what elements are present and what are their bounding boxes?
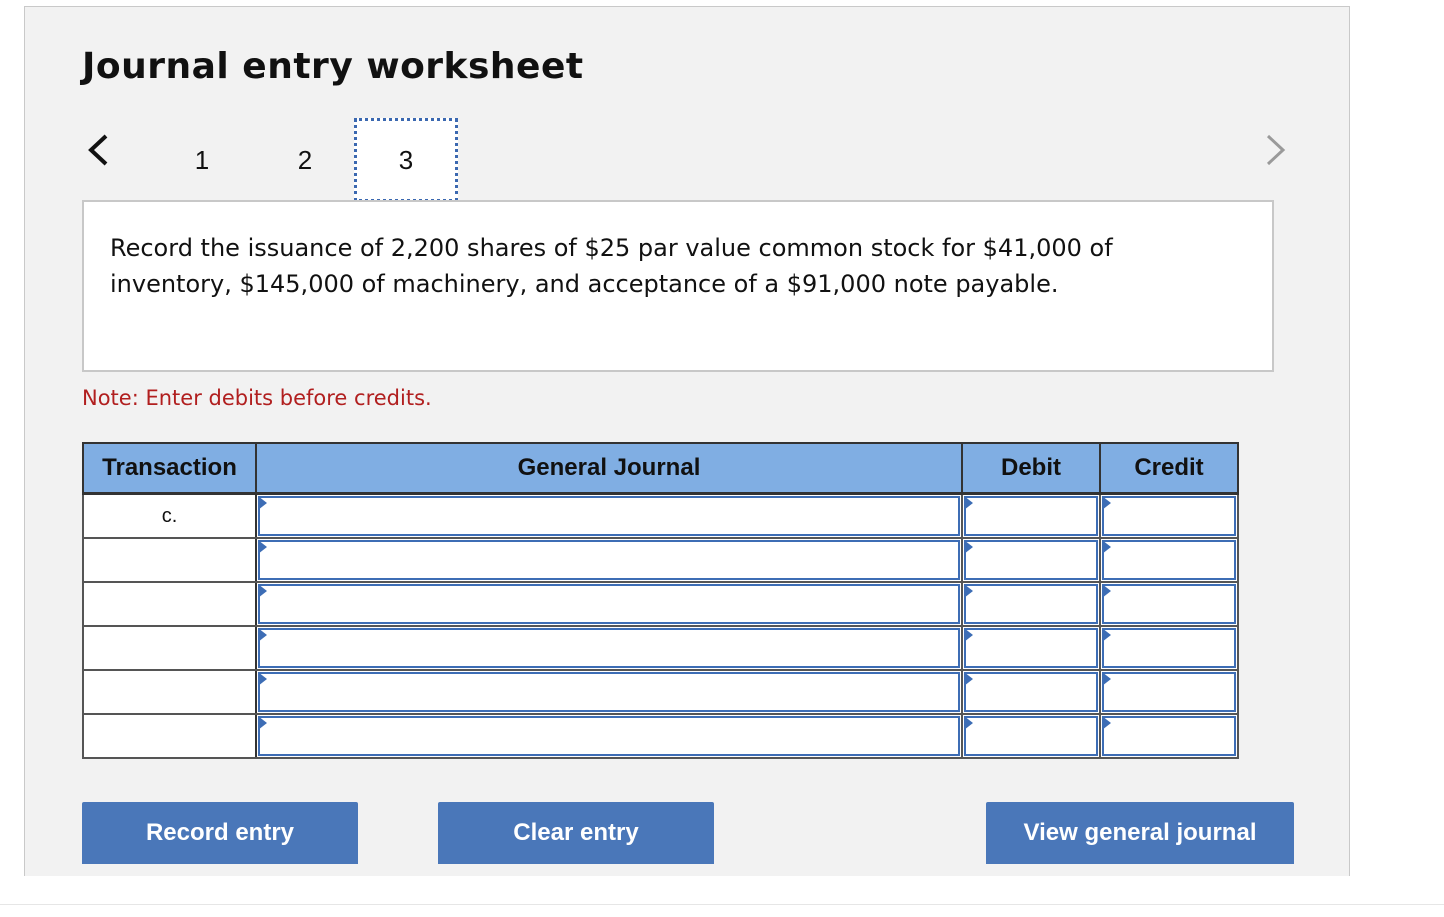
debit-input[interactable] <box>964 672 1098 712</box>
table-row <box>82 581 1239 627</box>
debit-input-cell <box>961 713 1101 759</box>
debit-input-cell <box>961 625 1101 671</box>
prompt-text: Record the issuance of 2,200 shares of $… <box>110 234 1113 298</box>
chevron-left-icon <box>88 134 108 166</box>
transaction-cell <box>82 669 257 715</box>
header-general-journal: General Journal <box>255 442 963 495</box>
header-debit: Debit <box>961 442 1101 495</box>
account-input-cell <box>255 492 963 539</box>
table-row <box>82 669 1239 715</box>
transaction-cell: c. <box>82 492 257 539</box>
header-credit: Credit <box>1099 442 1239 495</box>
transaction-cell <box>82 537 257 583</box>
header-transaction: Transaction <box>82 442 257 495</box>
credit-input-cell <box>1099 537 1239 583</box>
debit-input[interactable] <box>964 496 1098 536</box>
clear-entry-button[interactable]: Clear entry <box>438 802 714 864</box>
step-tab-3[interactable]: 3 <box>354 118 458 202</box>
account-input[interactable] <box>258 628 960 668</box>
debit-input[interactable] <box>964 540 1098 580</box>
account-input-cell <box>255 537 963 583</box>
transaction-cell <box>82 713 257 759</box>
credit-input[interactable] <box>1102 628 1236 668</box>
table-row <box>82 625 1239 671</box>
debit-input[interactable] <box>964 584 1098 624</box>
credit-input-cell <box>1099 492 1239 539</box>
account-input[interactable] <box>258 540 960 580</box>
account-input[interactable] <box>258 672 960 712</box>
bottom-divider <box>0 904 1444 905</box>
debit-input-cell <box>961 537 1101 583</box>
record-entry-button[interactable]: Record entry <box>82 802 358 864</box>
transaction-cell <box>82 581 257 627</box>
credit-input[interactable] <box>1102 584 1236 624</box>
credit-input-cell <box>1099 581 1239 627</box>
credit-input[interactable] <box>1102 716 1236 756</box>
credit-input[interactable] <box>1102 496 1236 536</box>
chevron-right-icon <box>1266 134 1286 166</box>
debit-input[interactable] <box>964 628 1098 668</box>
account-input[interactable] <box>258 496 960 536</box>
account-input-cell <box>255 625 963 671</box>
journal-table: Transaction General Journal Debit Credit… <box>82 442 1239 759</box>
account-input-cell <box>255 669 963 715</box>
debit-input-cell <box>961 492 1101 539</box>
account-input[interactable] <box>258 584 960 624</box>
step-tab-2[interactable]: 2 <box>253 118 357 202</box>
credit-input-cell <box>1099 713 1239 759</box>
credit-input[interactable] <box>1102 672 1236 712</box>
credit-input-cell <box>1099 625 1239 671</box>
debit-input-cell <box>961 581 1101 627</box>
entry-note: Note: Enter debits before credits. <box>82 386 432 410</box>
step-tab-1[interactable]: 1 <box>150 118 254 202</box>
transaction-cell <box>82 625 257 671</box>
page-title: Journal entry worksheet <box>82 46 584 87</box>
view-general-journal-button[interactable]: View general journal <box>986 802 1294 864</box>
credit-input-cell <box>1099 669 1239 715</box>
debit-input[interactable] <box>964 716 1098 756</box>
transaction-prompt: Record the issuance of 2,200 shares of $… <box>82 200 1274 372</box>
account-input-cell <box>255 713 963 759</box>
table-row <box>82 537 1239 583</box>
next-step-button[interactable] <box>1256 128 1296 172</box>
account-input[interactable] <box>258 716 960 756</box>
transaction-label: c. <box>161 505 178 527</box>
debit-input-cell <box>961 669 1101 715</box>
account-input-cell <box>255 581 963 627</box>
table-row: c. <box>82 492 1239 539</box>
table-row <box>82 713 1239 759</box>
prev-step-button[interactable] <box>78 128 118 172</box>
credit-input[interactable] <box>1102 540 1236 580</box>
